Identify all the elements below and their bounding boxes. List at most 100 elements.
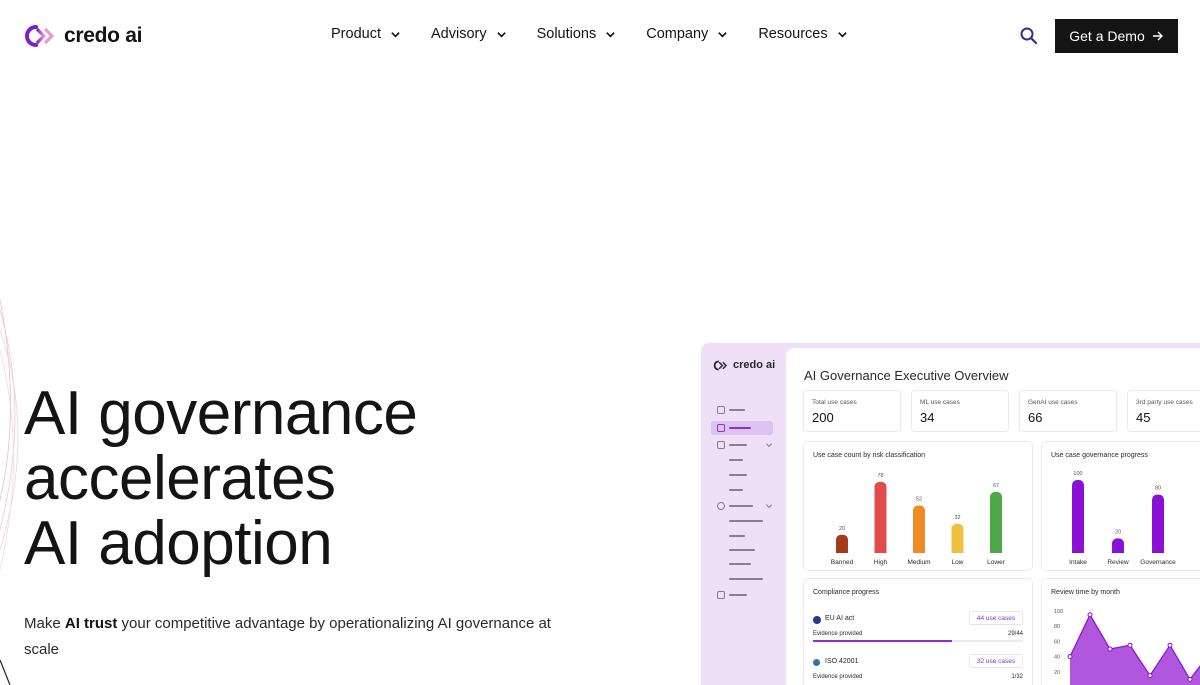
chevron-down-icon <box>391 31 400 38</box>
chart-tick-label: 60 <box>1054 639 1060 645</box>
chart-tick-label: Intake <box>1069 559 1087 566</box>
kpi-value: 66 <box>1028 410 1043 425</box>
arrow-right-icon <box>1152 31 1163 41</box>
chart-point <box>1167 642 1173 648</box>
dashboard-title: AI Governance Executive Overview <box>804 368 1009 383</box>
dashboard-logo: credo ai <box>713 359 775 371</box>
hero-headline-line: accelerates <box>24 444 336 513</box>
sidebar-subitem[interactable] <box>729 474 747 476</box>
compliance-card: Compliance progress EU AI act 44 use cas… <box>803 578 1033 685</box>
menu-item-label: Company <box>646 26 709 42</box>
sidebar-item-group-1[interactable] <box>717 440 773 450</box>
user-icon <box>717 591 725 599</box>
chart-bar-base <box>913 549 925 553</box>
get-demo-button[interactable]: Get a Demo <box>1055 19 1178 53</box>
compliance-count: 1/32 <box>1011 674 1023 680</box>
chart-bar-base <box>874 549 887 553</box>
chart-tick-label: 20 <box>1054 670 1060 676</box>
kpi-value: 45 <box>1136 410 1151 425</box>
menu-item-label: Advisory <box>430 26 487 42</box>
chart-tick-label: Governance <box>1140 559 1176 566</box>
chart-tick-label: 80 <box>1054 624 1060 630</box>
kpi-ml: ML use cases 34 <box>911 390 1009 432</box>
sidebar-subitem[interactable] <box>729 563 751 565</box>
hero-subtitle-bold: AI trust <box>64 615 118 632</box>
sidebar-subitem[interactable] <box>729 489 743 491</box>
progress-chart: 100 Intake 20 Review 80 Governance <box>1069 471 1176 566</box>
chart-data-label: 20 <box>1115 529 1121 535</box>
chevron-down-icon <box>496 31 506 38</box>
shield-icon <box>717 502 725 510</box>
chart-tick-label: High <box>874 559 888 566</box>
kpi-label: Total use cases <box>812 399 857 406</box>
chart-point <box>1127 642 1133 648</box>
compliance-badge[interactable]: 44 use cases <box>969 611 1023 625</box>
compliance-evidence: Evidence provided <box>813 674 863 680</box>
credo-logo-icon <box>713 359 728 371</box>
menu-item-product[interactable]: Product <box>331 26 401 42</box>
kpi-genai: GenAI use cases 66 <box>1019 390 1117 432</box>
chart-bar <box>990 491 1002 553</box>
sidebar-subitem[interactable] <box>729 578 763 580</box>
hero-subtitle: Make AI trust your competitive advantage… <box>24 611 554 663</box>
kpi-label: GenAI use cases <box>1028 399 1078 406</box>
chart-tick-label: 40 <box>1054 655 1060 661</box>
menu-item-company[interactable]: Company <box>646 26 728 42</box>
sidebar-item-dashboard[interactable] <box>717 423 751 433</box>
kpi-label: ML use cases <box>920 399 960 406</box>
chart-data-label: 32 <box>954 515 960 521</box>
compliance-progress-fill <box>813 640 952 642</box>
compliance-badge[interactable]: 32 use cases <box>969 654 1023 668</box>
top-nav: credo ai Product Advisory Solutions Comp… <box>0 0 1200 72</box>
chart-bar-base <box>1152 549 1164 553</box>
chart-bar-base <box>1112 549 1124 553</box>
compliance-evidence: Evidence provided <box>813 631 863 637</box>
chart-data-label: 80 <box>1155 486 1161 492</box>
chevron-down-icon <box>765 443 773 448</box>
hero-headline-line: AI governance <box>24 379 418 448</box>
chevron-down-icon <box>718 31 728 38</box>
chart-point <box>1187 676 1193 682</box>
chart-data-label: 100 <box>1073 471 1082 477</box>
brand-logo[interactable]: credo ai <box>24 24 142 48</box>
chart-data-label: 67 <box>993 483 999 489</box>
list-icon <box>717 441 725 449</box>
chart-bar <box>1152 494 1164 553</box>
menu-item-label: Resources <box>758 26 828 42</box>
search-icon[interactable] <box>1019 26 1039 46</box>
chart-bar <box>874 481 887 553</box>
sidebar-subitem[interactable] <box>729 535 745 537</box>
menu-item-label: Solutions <box>536 26 597 42</box>
chart-bar <box>951 523 964 553</box>
chart-bar-base <box>951 549 964 553</box>
menu-item-resources[interactable]: Resources <box>758 26 847 42</box>
chart-bar-base <box>990 549 1002 553</box>
sidebar-item-users[interactable] <box>717 590 747 600</box>
sidebar-subitem[interactable] <box>729 520 763 522</box>
chart-tick-label: Medium <box>907 559 930 566</box>
menu-item-label: Product <box>331 26 381 42</box>
grid-icon <box>717 424 725 432</box>
menu-item-advisory[interactable]: Advisory <box>431 26 507 42</box>
chart-data-label: 20 <box>839 526 845 532</box>
dashboard-sidebar: credo ai <box>701 343 785 685</box>
chart-tick-label: Banned <box>831 559 854 566</box>
risk-chart: 20 Banned 78 High 52 Medium 32 Low 67 Lower <box>831 473 1006 566</box>
menu-item-solutions[interactable]: Solutions <box>537 26 617 42</box>
chart-point <box>1087 612 1093 618</box>
chart-point <box>1067 654 1073 660</box>
sidebar-subitem[interactable] <box>729 549 755 551</box>
chevron-down-icon <box>765 504 773 509</box>
progress-chart-card: Use case governance progress 100 Intake 20… <box>1041 441 1200 571</box>
get-demo-label: Get a Demo <box>1069 28 1145 44</box>
chart-bar <box>913 505 925 553</box>
sidebar-item-home[interactable] <box>717 405 745 415</box>
chevron-down-icon <box>837 31 847 38</box>
sidebar-item-group-2[interactable] <box>717 501 773 511</box>
sidebar-subitem[interactable] <box>729 459 743 461</box>
kpi-label: 3rd party use cases <box>1136 399 1193 406</box>
chart-bar <box>1072 480 1084 553</box>
chart-tick-label: 100 <box>1054 609 1063 615</box>
chart-data-label: 52 <box>916 497 922 503</box>
compliance-progress-track <box>813 640 1023 642</box>
